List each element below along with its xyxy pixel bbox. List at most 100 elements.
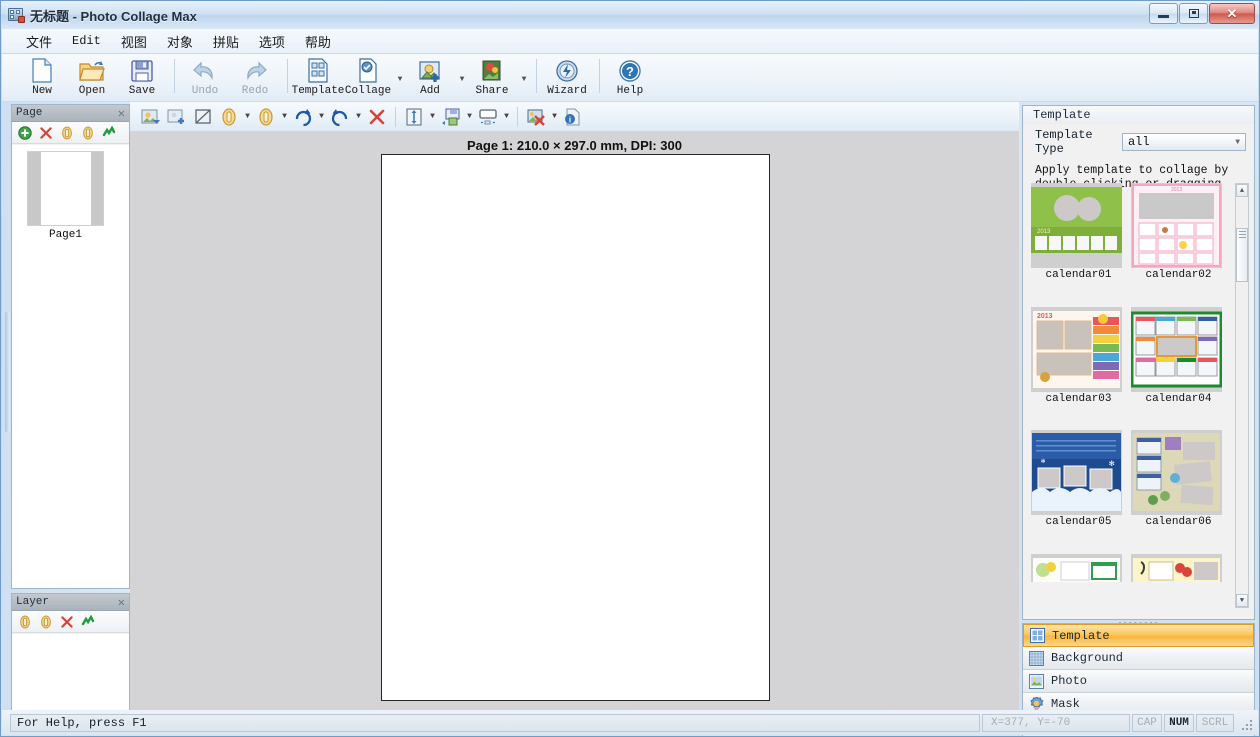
svg-text:2013: 2013 — [1037, 313, 1053, 320]
close-button[interactable]: ✕ — [1209, 3, 1255, 24]
template-name: calendar05 — [1045, 516, 1112, 528]
svg-text:2013: 2013 — [1037, 229, 1051, 235]
layer-panel-toolbar — [12, 611, 129, 633]
template-type-select[interactable]: all ▼ — [1121, 133, 1246, 151]
menu-object[interactable]: 对象 — [157, 29, 203, 54]
canvas-area[interactable]: Page 1: 210.0 × 297.0 mm, DPI: 300 — [130, 132, 1019, 711]
toolbar-template-label: Template — [291, 85, 345, 97]
toolbar-template-button[interactable]: Template — [291, 57, 345, 97]
menu-help[interactable]: 帮助 — [295, 29, 341, 54]
add-dropdown-arrow[interactable]: ▼ — [456, 64, 468, 94]
toolbar-redo-button[interactable]: Redo — [231, 57, 279, 97]
close-icon[interactable]: ✕ — [118, 106, 125, 121]
fit-height-icon[interactable] — [401, 104, 427, 130]
align-icon[interactable] — [438, 104, 464, 130]
template-item[interactable] — [1031, 553, 1126, 605]
delete-layer-button[interactable] — [59, 614, 74, 629]
rotate-ccw-icon[interactable] — [327, 104, 353, 130]
page-thumbnail[interactable] — [27, 151, 104, 226]
page-canvas-sheet[interactable] — [381, 154, 770, 701]
page-size-dropdown-arrow[interactable]: ▼ — [501, 104, 512, 130]
nav-item-photo[interactable]: Photo — [1023, 670, 1254, 693]
nav-item-template[interactable]: Template — [1023, 624, 1254, 647]
template-item[interactable]: 2013 calendar03 — [1031, 306, 1126, 427]
template-item[interactable]: calendar04 — [1131, 306, 1226, 427]
align-dropdown-arrow[interactable]: ▼ — [464, 104, 475, 130]
toolbar-save-button[interactable]: Save — [118, 57, 166, 97]
template-grid[interactable]: 2013 calendar01 2013 calendar02 2013 cal… — [1031, 183, 1236, 608]
share-dropdown-arrow[interactable]: ▼ — [518, 64, 530, 94]
scrollbar-thumb[interactable] — [1236, 228, 1248, 282]
scroll-down-arrow[interactable]: ▼ — [1236, 594, 1248, 607]
nav-item-label: Photo — [1051, 674, 1088, 688]
toolbar-help-button[interactable]: ? Help — [606, 57, 654, 97]
toolbar-collage-button[interactable]: Collage — [344, 57, 392, 97]
properties-info-icon[interactable]: i — [560, 104, 586, 130]
remove-background-icon[interactable] — [523, 104, 549, 130]
bring-forward-dropdown-arrow[interactable]: ▼ — [242, 104, 253, 130]
send-backward-icon[interactable] — [253, 104, 279, 130]
page-size-icon[interactable] — [475, 104, 501, 130]
toolbar-undo-button[interactable]: Undo — [181, 57, 229, 97]
svg-text:?: ? — [626, 64, 634, 79]
move-page-down-button[interactable] — [80, 125, 95, 140]
template-item[interactable] — [1131, 553, 1226, 605]
maximize-button[interactable] — [1179, 3, 1208, 24]
nav-item-label: Background — [1051, 651, 1124, 665]
minimize-button[interactable] — [1149, 3, 1178, 24]
page-panel: Page ✕ Page1 — [11, 104, 130, 589]
toolbar-new-button[interactable]: New — [18, 57, 66, 97]
move-layer-down-button[interactable] — [38, 614, 53, 629]
delete-x-icon[interactable] — [364, 104, 390, 130]
template-item[interactable]: ✻ ✻ calendar05 — [1031, 430, 1126, 550]
rotate-cw-icon[interactable] — [290, 104, 316, 130]
menu-file[interactable]: 文件 — [16, 29, 62, 54]
close-icon[interactable]: ✕ — [118, 595, 125, 610]
delete-page-button[interactable] — [38, 125, 53, 140]
template-item[interactable]: calendar06 — [1131, 430, 1226, 550]
move-page-up-button[interactable] — [59, 125, 74, 140]
menu-edit[interactable]: Edit — [62, 31, 111, 51]
menu-collage[interactable]: 拼贴 — [203, 29, 249, 54]
collage-page-icon — [357, 57, 379, 84]
template-name: calendar01 — [1045, 269, 1112, 281]
toolbar-wizard-button[interactable]: Wizard — [543, 57, 591, 97]
toolbar-open-button[interactable]: Open — [68, 57, 116, 97]
template-scrollbar[interactable]: ▲ ▼ — [1235, 183, 1249, 608]
template-name: calendar03 — [1045, 392, 1112, 405]
layer-list[interactable] — [12, 634, 129, 710]
move-layer-up-button[interactable] — [17, 614, 32, 629]
crop-icon[interactable] — [190, 104, 216, 130]
toolbar-share-button[interactable]: Share — [468, 57, 516, 97]
toolbar-undo-label: Undo — [191, 85, 219, 97]
bring-forward-icon[interactable] — [216, 104, 242, 130]
wizard-icon — [555, 57, 579, 84]
refresh-pages-button[interactable] — [101, 125, 116, 140]
page-list[interactable]: Page1 — [12, 145, 129, 588]
scroll-up-arrow[interactable]: ▲ — [1236, 184, 1248, 197]
toolbar-save-label: Save — [128, 85, 156, 97]
template-item[interactable]: 2013 calendar01 — [1031, 183, 1126, 303]
left-dock: Page ✕ Page1 Layer ✕ — [2, 102, 130, 711]
menu-options[interactable]: 选项 — [249, 29, 295, 54]
remove-background-dropdown-arrow[interactable]: ▼ — [549, 104, 560, 130]
template-thumbnail: 2013 — [1031, 306, 1122, 392]
send-backward-dropdown-arrow[interactable]: ▼ — [279, 104, 290, 130]
replace-photo-icon[interactable] — [138, 104, 164, 130]
rotate-cw-dropdown-arrow[interactable]: ▼ — [316, 104, 327, 130]
resize-grip-icon[interactable] — [1236, 714, 1254, 732]
add-photo-small-icon[interactable] — [164, 104, 190, 130]
fit-height-dropdown-arrow[interactable]: ▼ — [427, 104, 438, 130]
template-item[interactable]: 2013 calendar02 — [1131, 183, 1226, 303]
left-dock-splitter[interactable] — [5, 312, 10, 432]
svg-text:i: i — [569, 115, 571, 124]
nav-item-background[interactable]: Background — [1023, 647, 1254, 670]
rotate-ccw-dropdown-arrow[interactable]: ▼ — [353, 104, 364, 130]
toolbar-share-label: Share — [475, 85, 509, 97]
menu-view[interactable]: 视图 — [111, 29, 157, 54]
collage-dropdown-arrow[interactable]: ▼ — [394, 64, 406, 94]
refresh-layers-button[interactable] — [80, 614, 95, 629]
add-page-button[interactable] — [17, 125, 32, 140]
toolbar-add-button[interactable]: Add — [406, 57, 454, 97]
right-dock: Template Template Type all ▼ Apply templ… — [1019, 102, 1258, 736]
